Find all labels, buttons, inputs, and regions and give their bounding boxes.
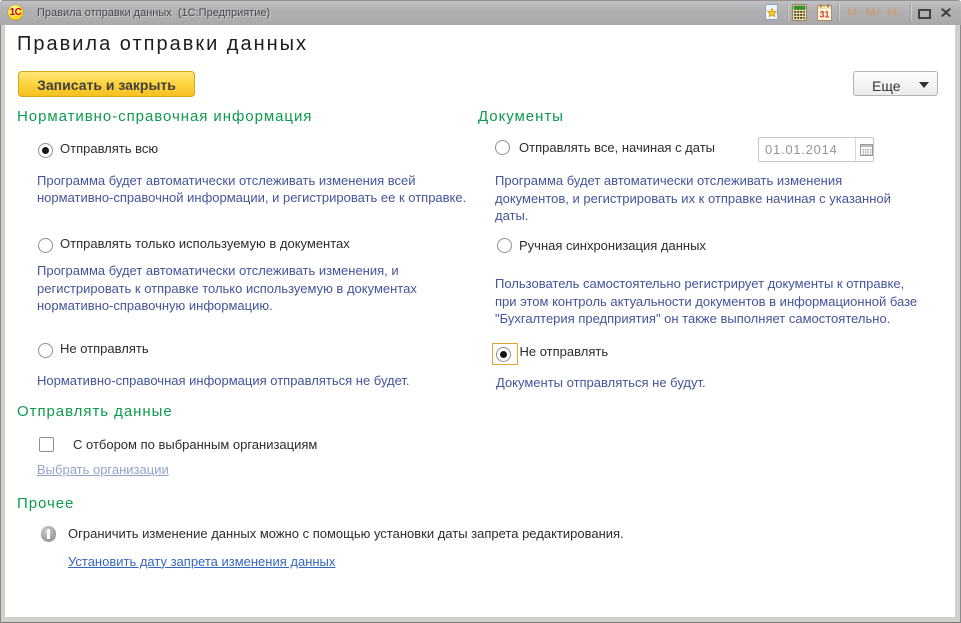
svg-text:31: 31 bbox=[819, 10, 829, 20]
